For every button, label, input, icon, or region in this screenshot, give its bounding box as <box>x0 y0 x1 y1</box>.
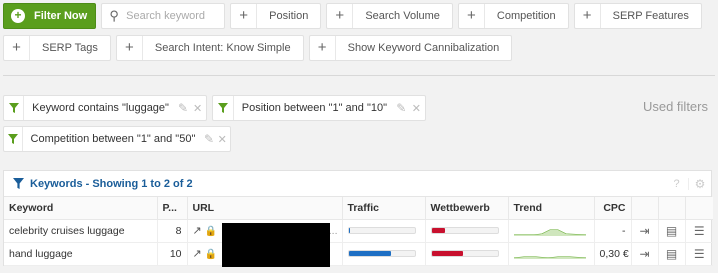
plus-icon: + <box>327 4 354 28</box>
plus-icon: + <box>575 4 601 28</box>
used-filters-label: Used filters <box>642 99 708 114</box>
keyword-cell[interactable]: hand luggage <box>4 242 158 266</box>
trend-cell <box>508 242 595 266</box>
lock-icon: 🔒 <box>204 226 218 237</box>
plus-icon: + <box>459 4 485 28</box>
cpc-cell: - <box>594 219 632 243</box>
filter-serp-tags-button[interactable]: + SERP Tags <box>3 35 111 61</box>
competition-bar <box>430 227 499 234</box>
search-keyword-input[interactable] <box>126 10 222 22</box>
list-icon[interactable]: ☰ <box>685 219 713 243</box>
divider <box>3 75 715 76</box>
search-keyword-box[interactable]: ⚲ <box>101 3 226 29</box>
plus-icon: + <box>310 36 336 60</box>
traffic-bar-fill <box>348 251 392 256</box>
redacted-url-block <box>222 223 330 267</box>
table-row: hand luggage 10 ↗ 🔒 0,30 € ⇥ ▤ ☰ <box>4 242 713 266</box>
filter-search-volume-button[interactable]: + Search Volume <box>326 3 453 29</box>
col-keyword[interactable]: Keyword <box>4 197 158 220</box>
col-action-3 <box>685 197 713 220</box>
traffic-bar <box>347 227 416 234</box>
close-icon[interactable]: ✕ <box>408 102 425 115</box>
plus-icon: + <box>117 36 143 60</box>
bar-chart-icon[interactable]: ▤ <box>658 242 686 266</box>
active-filter-keyword: Keyword contains "luggage" ✎ ✕ <box>3 95 207 121</box>
col-position[interactable]: P... <box>157 197 188 220</box>
traffic-bar <box>347 250 416 257</box>
filter-toolbar-row-2: + SERP Tags + Search Intent: Know Simple… <box>3 35 517 61</box>
list-icon[interactable]: ☰ <box>685 242 713 266</box>
keyword-cell[interactable]: celebrity cruises luggage <box>4 219 158 243</box>
close-icon[interactable]: ✕ <box>215 133 230 146</box>
pencil-icon[interactable]: ✎ <box>203 132 214 146</box>
competition-bar-fill <box>431 251 464 256</box>
lock-icon: 🔒 <box>204 249 218 260</box>
trend-sparkline <box>513 229 586 236</box>
indent-icon[interactable]: ⇥ <box>631 219 659 243</box>
help-icon[interactable]: ? <box>665 177 689 190</box>
col-action-2 <box>658 197 686 220</box>
col-traffic[interactable]: Traffic <box>342 197 426 220</box>
col-cpc[interactable]: CPC <box>594 197 632 220</box>
position-cell: 8 <box>157 219 188 243</box>
external-link-icon[interactable]: ↗ <box>193 225 202 237</box>
funnel-icon <box>4 127 23 151</box>
col-action-1 <box>631 197 659 220</box>
competition-bar <box>430 250 499 257</box>
traffic-cell <box>342 242 426 266</box>
indent-icon[interactable]: ⇥ <box>631 242 659 266</box>
trend-sparkline <box>513 256 586 259</box>
cpc-cell: 0,30 € <box>594 242 632 266</box>
panel-header: Keywords - Showing 1 to 2 of 2 ? ⚙ <box>4 171 711 197</box>
search-icon: ⚲ <box>109 8 119 23</box>
plus-icon: + <box>4 36 30 60</box>
url-ellipsis: ... <box>328 224 338 237</box>
active-filter-competition: Competition between "1" and "50" ✎ ✕ <box>3 126 231 152</box>
keywords-panel: Keywords - Showing 1 to 2 of 2 ? ⚙ Keywo… <box>3 170 713 266</box>
plus-circle-icon: + <box>11 9 25 23</box>
competition-cell <box>425 219 509 243</box>
keywords-table: Keyword P... URL Traffic Wettbewerb Tren… <box>4 197 713 266</box>
table-header-row: Keyword P... URL Traffic Wettbewerb Tren… <box>4 197 713 220</box>
traffic-bar-fill <box>348 228 351 233</box>
funnel-icon <box>4 96 25 120</box>
bar-chart-icon[interactable]: ▤ <box>658 219 686 243</box>
plus-icon: + <box>231 4 258 28</box>
competition-bar-fill <box>431 228 445 233</box>
traffic-cell <box>342 219 426 243</box>
competition-cell <box>425 242 509 266</box>
funnel-icon <box>13 178 24 189</box>
col-trend[interactable]: Trend <box>508 197 595 220</box>
gear-icon[interactable]: ⚙ <box>689 177 711 191</box>
filter-now-button[interactable]: + Filter Now <box>3 3 97 29</box>
table-row: celebrity cruises luggage 8 ↗ 🔒 ... - ⇥ … <box>4 219 713 243</box>
external-link-icon[interactable]: ↗ <box>193 248 202 260</box>
col-competition[interactable]: Wettbewerb <box>425 197 509 220</box>
col-url[interactable]: URL <box>187 197 343 220</box>
filter-competition-button[interactable]: + Competition <box>457 3 569 29</box>
filter-toolbar-row-1: + Filter Now ⚲ + Position + Search Volum… <box>3 3 707 29</box>
active-filter-position: Position between "1" and "10" ✎ ✕ <box>212 95 426 121</box>
filter-search-intent-button[interactable]: + Search Intent: Know Simple <box>115 35 304 61</box>
pencil-icon[interactable]: ✎ <box>395 101 408 115</box>
pencil-icon[interactable]: ✎ <box>177 101 189 115</box>
position-cell: 10 <box>157 242 188 266</box>
panel-title: Keywords - Showing 1 to 2 of 2 <box>30 177 193 190</box>
show-keyword-cannibalization-button[interactable]: + Show Keyword Cannibalization <box>308 35 513 61</box>
close-icon[interactable]: ✕ <box>189 102 206 115</box>
filter-serp-features-button[interactable]: + SERP Features <box>573 3 702 29</box>
trend-cell <box>508 219 595 243</box>
funnel-icon <box>213 96 234 120</box>
filter-position-button[interactable]: + Position <box>230 3 322 29</box>
